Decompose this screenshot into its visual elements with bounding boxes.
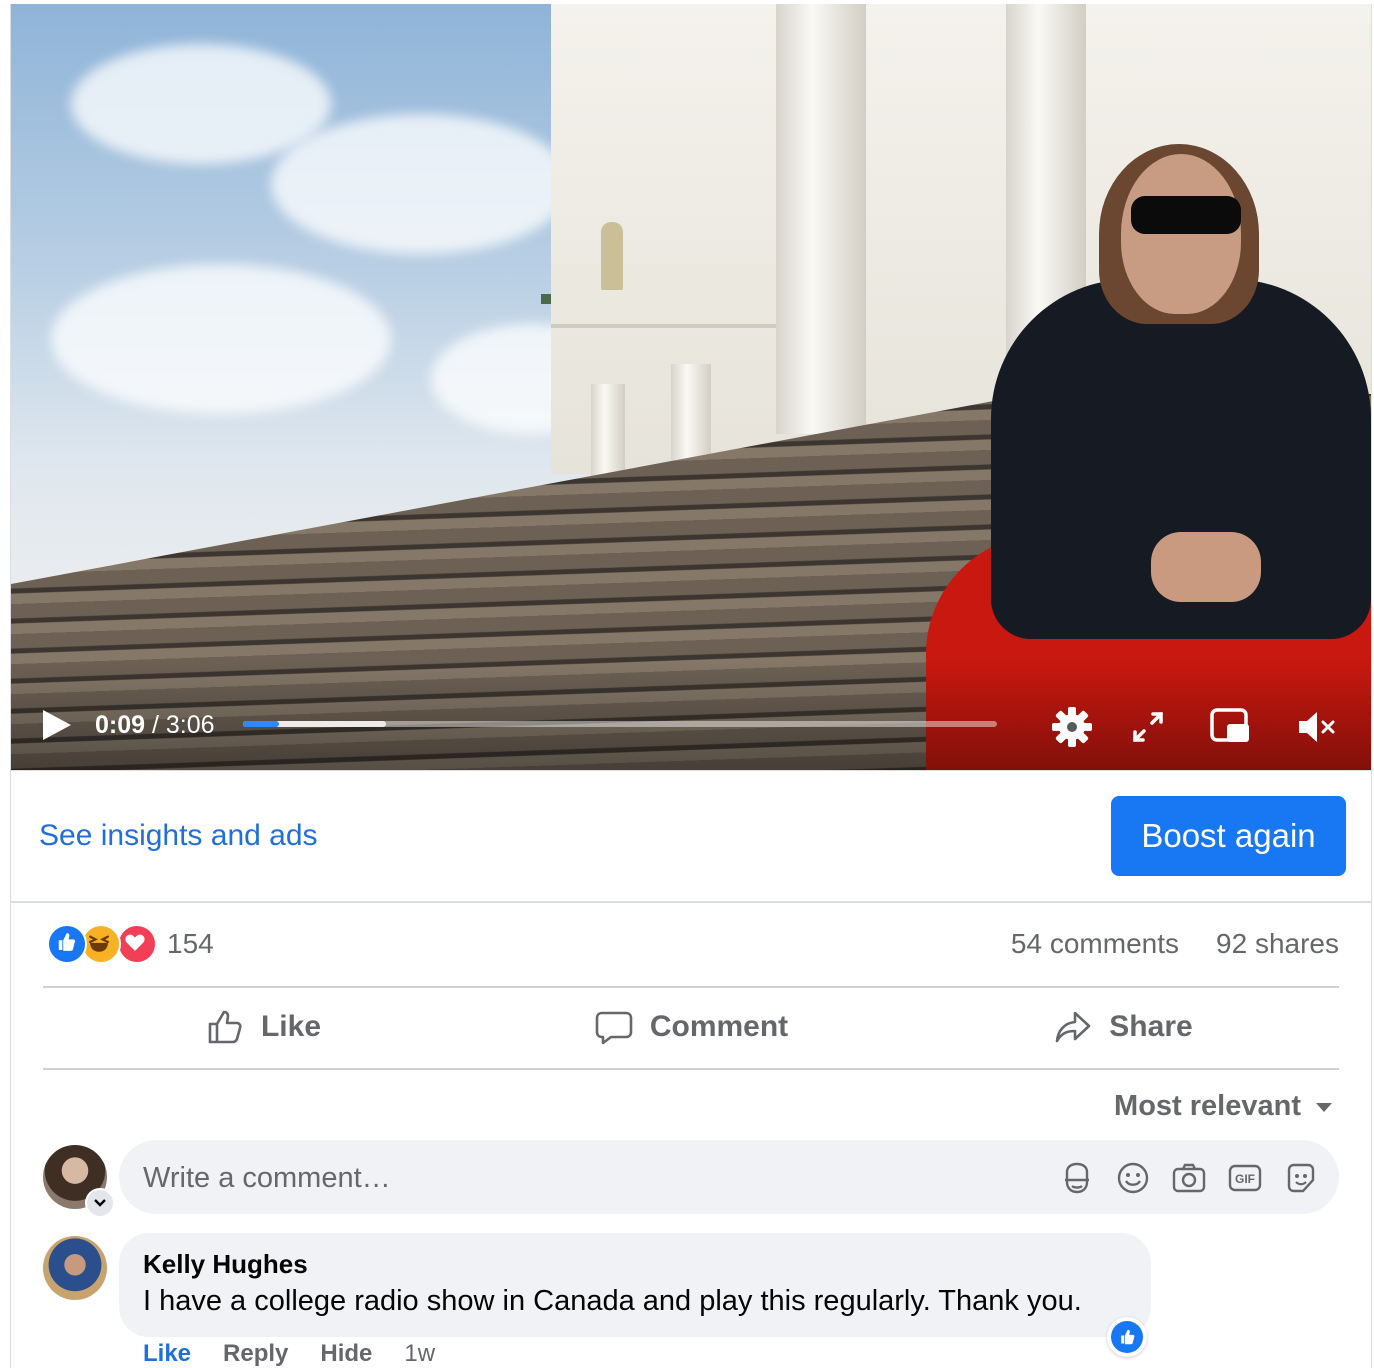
video-cloud xyxy=(71,44,331,164)
comment-like-link[interactable]: Like xyxy=(143,1340,191,1368)
comment-hide-link[interactable]: Hide xyxy=(320,1340,372,1368)
video-player[interactable]: 0:09 / 3:06 xyxy=(11,4,1371,770)
video-statue xyxy=(601,222,623,290)
fullscreen-icon[interactable] xyxy=(1125,704,1171,750)
comment-button[interactable]: Comment xyxy=(481,994,901,1060)
comment-bubble: Kelly Hughes I have a college radio show… xyxy=(119,1233,1151,1337)
like-reaction-icon xyxy=(47,924,87,964)
comment-reply-link[interactable]: Reply xyxy=(223,1340,288,1368)
muted-speaker-icon[interactable] xyxy=(1293,704,1339,750)
like-label: Like xyxy=(260,1010,322,1043)
comment-author[interactable]: Kelly Hughes xyxy=(143,1249,308,1280)
post-action-bar: Like Comment Share xyxy=(43,986,1339,1070)
video-progress-bar[interactable] xyxy=(243,721,997,727)
video-person-face xyxy=(1121,154,1241,314)
shares-count[interactable]: 92 shares xyxy=(1216,928,1339,960)
time-separator: / xyxy=(145,711,166,739)
video-played-bar xyxy=(243,721,280,727)
settings-gear-icon[interactable] xyxy=(1049,704,1095,750)
video-column xyxy=(776,4,866,434)
promotion-row: See insights and ads Boost again xyxy=(11,770,1371,903)
haha-reaction-icon xyxy=(81,924,121,964)
comment-input[interactable] xyxy=(141,1140,1025,1216)
comment-actions: Like Reply Hide 1w xyxy=(143,1340,435,1368)
engagement-stats: 154 54 comments 92 shares xyxy=(43,900,1339,988)
speech-bubble-icon xyxy=(595,1011,633,1045)
comment-like-badge[interactable] xyxy=(1107,1317,1147,1357)
comment-timestamp[interactable]: 1w xyxy=(404,1340,435,1368)
sticker-icon[interactable] xyxy=(1283,1160,1319,1196)
comment-text: I have a college radio show in Canada an… xyxy=(143,1285,1082,1317)
share-button[interactable]: Share xyxy=(913,994,1333,1060)
svg-text:GIF: GIF xyxy=(1235,1172,1255,1186)
gif-icon[interactable]: GIF xyxy=(1227,1160,1263,1196)
commenter-avatar[interactable] xyxy=(43,1236,107,1300)
share-label: Share xyxy=(1109,1010,1193,1043)
reaction-count[interactable]: 154 xyxy=(167,928,214,960)
avatar-sticker-icon[interactable] xyxy=(1059,1160,1095,1196)
picture-in-picture-icon[interactable] xyxy=(1207,704,1253,750)
comments-count[interactable]: 54 comments xyxy=(1011,928,1179,960)
love-reaction-icon xyxy=(117,924,157,964)
caret-down-icon xyxy=(1316,1102,1332,1112)
share-arrow-icon xyxy=(1055,1011,1091,1043)
current-time: 0:09 xyxy=(95,711,146,739)
see-insights-link[interactable]: See insights and ads xyxy=(39,819,318,853)
like-button[interactable]: Like xyxy=(53,994,473,1060)
chevron-down-icon[interactable] xyxy=(85,1188,115,1218)
video-cloud xyxy=(51,264,391,414)
sort-label: Most relevant xyxy=(1114,1090,1301,1122)
play-icon[interactable] xyxy=(41,708,73,742)
thumbs-up-icon xyxy=(208,1010,242,1044)
emoji-icon[interactable] xyxy=(1115,1160,1151,1196)
video-person-sunglasses xyxy=(1131,196,1241,234)
video-cloud xyxy=(271,114,571,254)
boost-again-button[interactable]: Boost again xyxy=(1111,796,1346,876)
video-time: 0:09 / 3:06 xyxy=(95,711,215,740)
duration: 3:06 xyxy=(165,711,215,739)
like-reaction-icon xyxy=(1111,1321,1143,1353)
comment-sort-dropdown[interactable]: Most relevant xyxy=(1114,1090,1333,1123)
post-card: 0:09 / 3:06 See insights and ads Boost a… xyxy=(10,4,1372,1368)
video-column xyxy=(591,384,625,484)
comment-composer[interactable]: GIF xyxy=(119,1140,1339,1216)
camera-icon[interactable] xyxy=(1171,1160,1207,1196)
comment-label: Comment xyxy=(649,1010,789,1043)
video-pediment xyxy=(551,264,811,328)
video-person-hands xyxy=(1151,532,1261,602)
